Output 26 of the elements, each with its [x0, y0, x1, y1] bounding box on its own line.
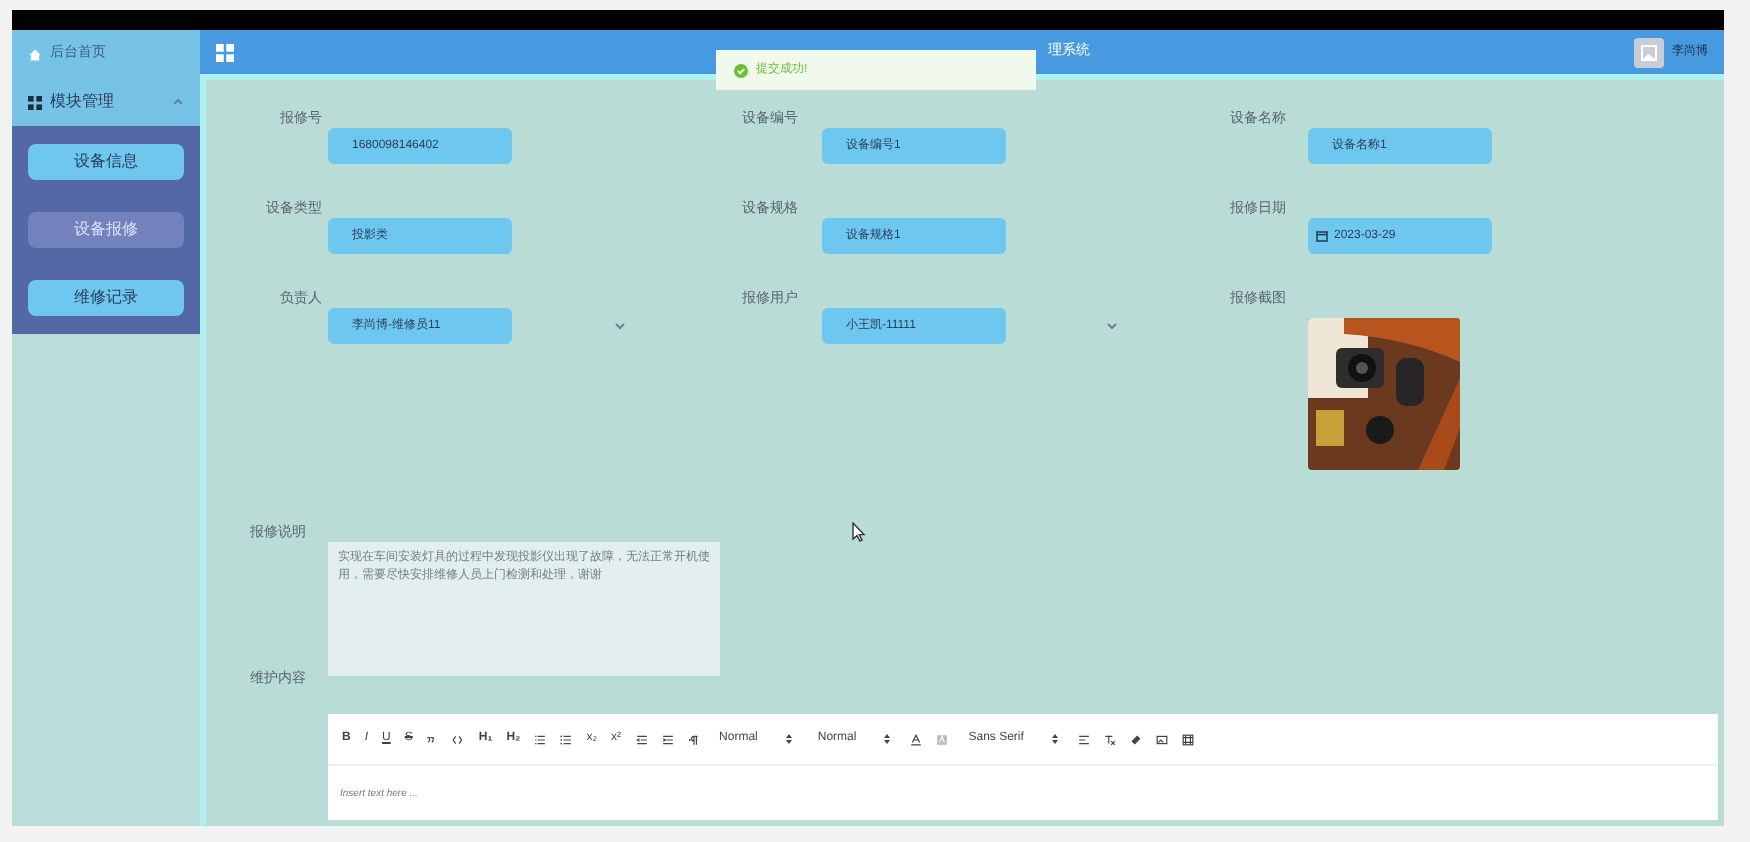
home-icon: [28, 47, 42, 61]
indent-icon[interactable]: [661, 733, 674, 745]
menu-group[interactable]: 模块管理: [12, 78, 200, 126]
avatar-icon[interactable]: [1634, 37, 1664, 67]
clear-format-icon[interactable]: [1103, 733, 1116, 745]
grid-icon: [28, 95, 42, 109]
chevron-down-icon[interactable]: [1106, 322, 1118, 330]
text-color-icon[interactable]: [910, 733, 923, 745]
chevron-down-icon[interactable]: [614, 322, 626, 330]
check-icon: [734, 63, 748, 77]
quote-icon[interactable]: [426, 733, 439, 745]
menu-item[interactable]: 维修记录: [28, 280, 184, 316]
calendar-icon: [1316, 230, 1328, 242]
sort-icon: [785, 734, 792, 744]
ordered-list-icon[interactable]: [534, 733, 547, 745]
grid-icon[interactable]: [216, 43, 234, 61]
align-icon[interactable]: [1077, 733, 1090, 745]
bullet-list-icon[interactable]: [560, 733, 573, 745]
menu-item[interactable]: 设备信息: [28, 144, 184, 180]
outdent-icon[interactable]: [635, 733, 648, 745]
code-icon[interactable]: [452, 733, 465, 745]
cursor-icon: [852, 522, 866, 542]
sort-icon: [884, 734, 891, 744]
image-icon[interactable]: [1155, 733, 1168, 745]
sort-icon: [1051, 734, 1058, 744]
direction-icon[interactable]: [687, 733, 700, 745]
